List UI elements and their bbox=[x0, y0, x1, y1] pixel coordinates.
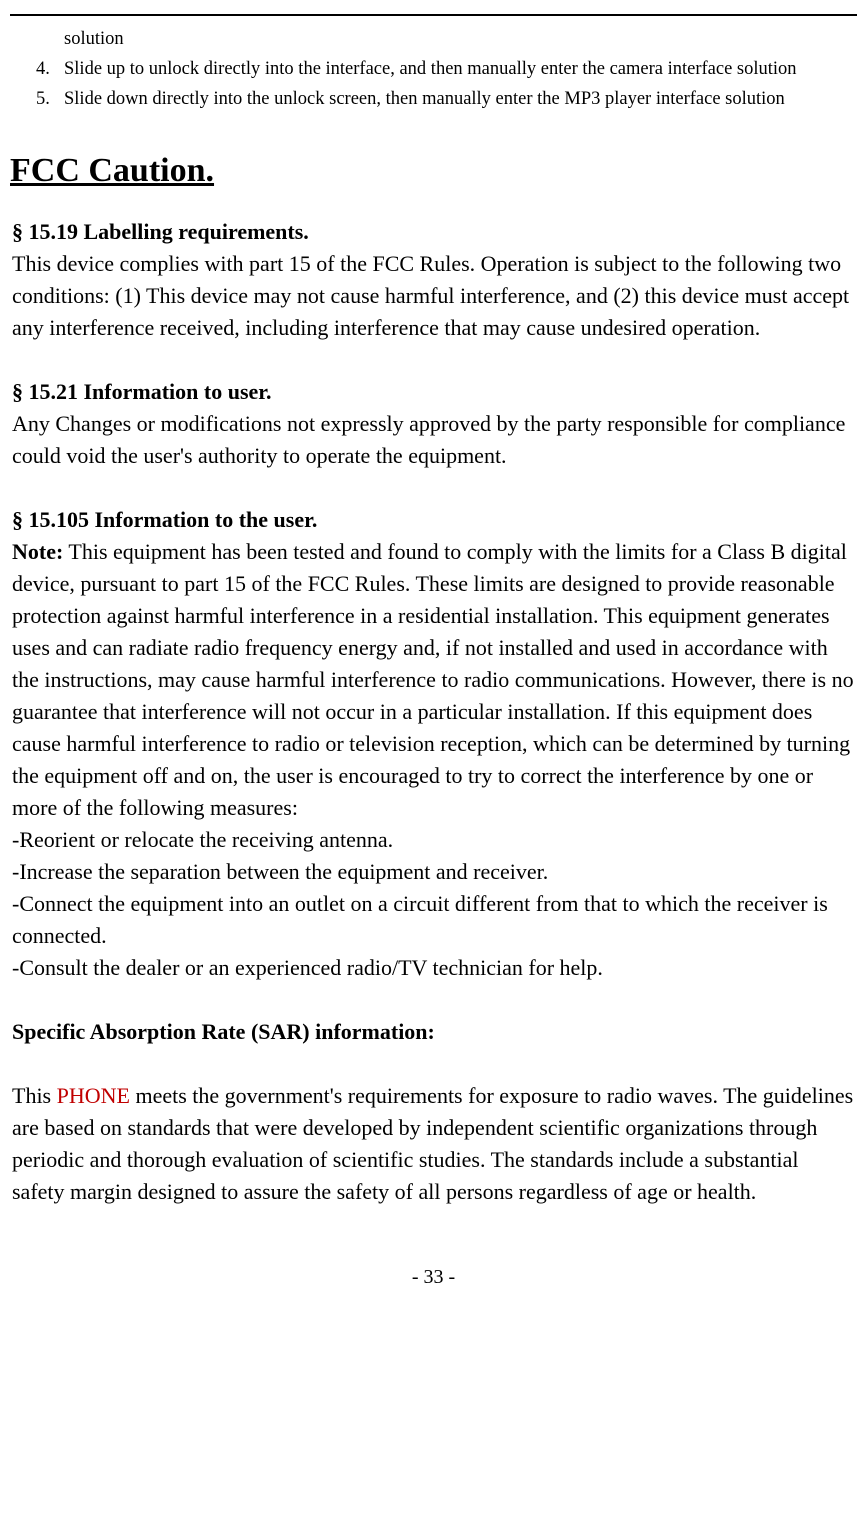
phone-highlight: PHONE bbox=[57, 1083, 130, 1108]
heading-fcc-caution: FCC Caution. bbox=[10, 152, 857, 190]
sar-paragraph: This PHONE meets the government's requir… bbox=[10, 1080, 857, 1208]
list-item: 4. Slide up to unlock directly into the … bbox=[36, 54, 857, 84]
section-body: This device complies with part 15 of the… bbox=[12, 248, 855, 344]
section-15-105: § 15.105 Information to the user. Note: … bbox=[10, 504, 857, 984]
list-number: 4. bbox=[36, 54, 64, 84]
section-body: Any Changes or modifications not express… bbox=[12, 408, 855, 472]
list-item: solution bbox=[36, 24, 857, 54]
measure-item: -Reorient or relocate the receiving ante… bbox=[12, 824, 855, 856]
sar-post: meets the government's requirements for … bbox=[12, 1083, 853, 1204]
page-number: - 33 - bbox=[10, 1266, 857, 1305]
note-body: This equipment has been tested and found… bbox=[12, 539, 854, 820]
section-title: § 15.21 Information to user. bbox=[12, 379, 272, 404]
section-title: § 15.105 Information to the user. bbox=[12, 507, 317, 532]
list-text: Slide up to unlock directly into the int… bbox=[64, 54, 857, 84]
measure-item: -Connect the equipment into an outlet on… bbox=[12, 888, 855, 952]
section-15-21: § 15.21 Information to user. Any Changes… bbox=[10, 376, 857, 472]
list-text: solution bbox=[64, 24, 857, 54]
document-page: solution 4. Slide up to unlock directly … bbox=[0, 0, 867, 1305]
top-rule bbox=[10, 14, 857, 16]
section-15-19: § 15.19 Labelling requirements. This dev… bbox=[10, 216, 857, 344]
sar-pre: This bbox=[12, 1083, 57, 1108]
section-sar: Specific Absorption Rate (SAR) informati… bbox=[10, 1016, 857, 1048]
list-item: 5. Slide down directly into the unlock s… bbox=[36, 84, 857, 114]
list-number: 5. bbox=[36, 84, 64, 114]
list-number bbox=[36, 24, 64, 54]
list-text: Slide down directly into the unlock scre… bbox=[64, 84, 857, 114]
note-label: Note: bbox=[12, 539, 63, 564]
measure-item: -Consult the dealer or an experienced ra… bbox=[12, 952, 855, 984]
measure-item: -Increase the separation between the equ… bbox=[12, 856, 855, 888]
section-body: Note: This equipment has been tested and… bbox=[12, 536, 855, 824]
numbered-list: solution 4. Slide up to unlock directly … bbox=[36, 24, 857, 114]
section-title: Specific Absorption Rate (SAR) informati… bbox=[12, 1019, 435, 1044]
section-title: § 15.19 Labelling requirements. bbox=[12, 219, 309, 244]
